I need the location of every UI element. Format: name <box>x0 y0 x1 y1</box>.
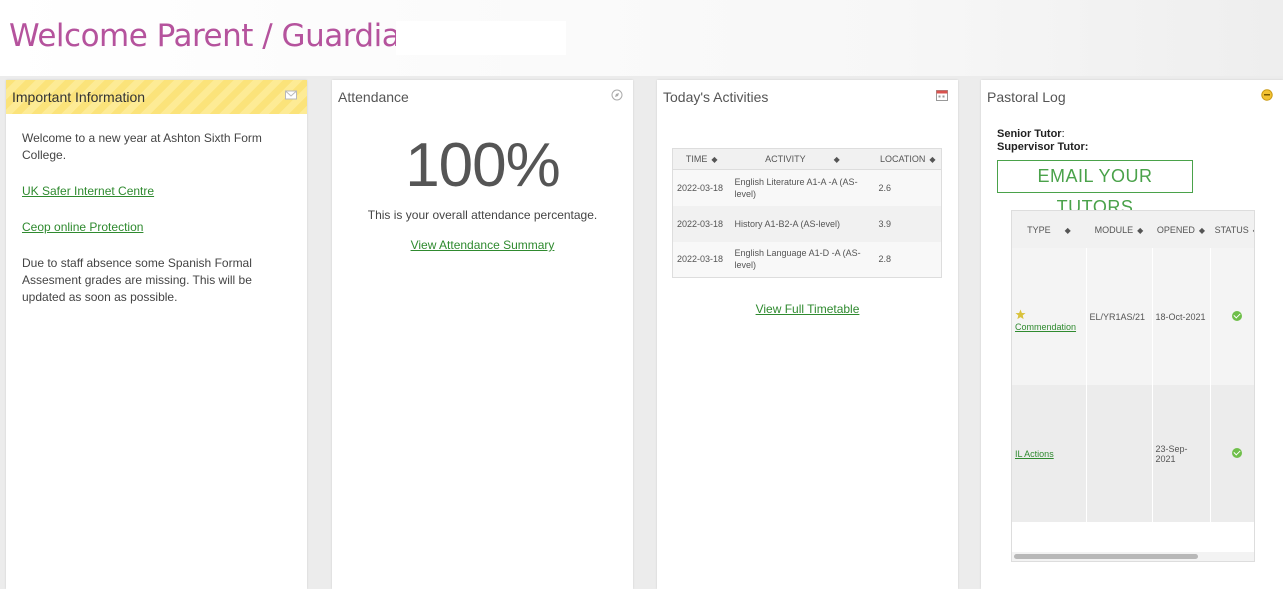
il-actions-link[interactable]: IL Actions <box>1015 449 1054 459</box>
panel-title: Today's Activities <box>663 89 769 105</box>
ceop-protection-link[interactable]: Ceop online Protection <box>22 220 143 234</box>
time-cell: 2022-03-18 <box>672 169 731 206</box>
uk-safer-internet-link[interactable]: UK Safer Internet Centre <box>22 184 154 198</box>
sort-icon: ◆ <box>1137 225 1144 235</box>
table-row: 2022-03-18 History A1-B2-A (AS-level) 3.… <box>672 205 942 242</box>
column-header-module[interactable]: MODULE ◆ <box>1086 211 1152 248</box>
status-cell <box>1210 385 1254 522</box>
column-header-location[interactable]: LOCATION ◆ <box>874 148 942 170</box>
pastoral-log-table: TYPE◆ MODULE◆ OPENED◆ STATUS◆ Commendati… <box>1012 211 1254 522</box>
panel-header: Pastoral Log <box>981 80 1283 114</box>
check-circle-icon <box>1231 447 1242 458</box>
sort-icon: ◆ <box>929 155 936 164</box>
attendance-description: This is your overall attendance percenta… <box>367 208 598 222</box>
pastoral-log-table-container: TYPE◆ MODULE◆ OPENED◆ STATUS◆ Commendati… <box>1011 210 1255 562</box>
table-row: 2022-03-18 English Literature A1-A -A (A… <box>672 169 942 206</box>
compass-icon[interactable] <box>611 89 623 101</box>
scrollbar-thumb[interactable] <box>1014 554 1198 559</box>
opened-cell: 23-Sep-2021 <box>1152 385 1211 522</box>
sort-icon: ◆ <box>1198 225 1206 235</box>
activities-table: TIME ◆ ACTIVITY ◆ LOCATION ◆ 2022-03-18 Eng… <box>672 148 942 278</box>
attendance-percentage: 100% <box>405 131 561 200</box>
todays-activities-panel: Today's Activities TIME ◆ ACTIVITY ◆ LOCAT… <box>657 80 958 589</box>
star-award-icon <box>1015 309 1026 320</box>
horizontal-scrollbar[interactable] <box>1012 552 1254 561</box>
panel-header: Important Information <box>6 80 307 114</box>
activity-cell: English Literature A1-A -A (AS-level) <box>730 169 875 206</box>
table-row: 2022-03-18 English Language A1-D -A (AS-… <box>672 241 942 278</box>
sort-icon: ◆ <box>711 155 718 164</box>
supervisor-tutor-label: Supervisor Tutor: <box>997 141 1089 153</box>
table-row: Commendation EL/YR1AS/21 18-Oct-2021 <box>1012 248 1254 385</box>
panel-title: Important Information <box>12 89 146 105</box>
time-cell: 2022-03-18 <box>672 241 731 278</box>
sort-icon: ◆ <box>1064 225 1071 235</box>
view-attendance-summary-link[interactable]: View Attendance Summary <box>332 238 633 252</box>
location-cell: 2.6 <box>874 169 942 206</box>
email-tutors-button[interactable]: EMAIL YOUR TUTORS <box>997 160 1193 217</box>
module-cell: EL/YR1AS/21 <box>1086 248 1153 385</box>
time-cell: 2022-03-18 <box>672 205 731 242</box>
panel-header: Today's Activities <box>657 80 958 114</box>
module-cell <box>1086 385 1153 522</box>
page-title: Welcome Parent / Guardian Of <box>9 18 464 54</box>
calendar-icon[interactable] <box>936 89 948 101</box>
column-header-status[interactable]: STATUS◆ <box>1210 211 1254 248</box>
important-information-panel: Important Information Welcome to a new y… <box>6 80 307 589</box>
envelope-icon[interactable] <box>285 89 297 101</box>
activity-cell: History A1-B2-A (AS-level) <box>730 205 875 242</box>
column-header-activity[interactable]: ACTIVITY ◆ <box>730 148 875 170</box>
view-full-timetable-link[interactable]: View Full Timetable <box>657 302 958 316</box>
notice-message: Due to staff absence some Spanish Formal… <box>22 256 252 304</box>
commendation-link[interactable]: Commendation <box>1015 322 1076 332</box>
table-row: IL Actions 23-Sep-2021 <box>1012 385 1254 522</box>
status-cell <box>1210 248 1254 385</box>
opened-cell: 18-Oct-2021 <box>1152 248 1211 385</box>
location-cell: 3.9 <box>874 205 942 242</box>
panel-header: Attendance <box>332 80 633 114</box>
column-header-opened[interactable]: OPENED ◆ <box>1152 211 1210 248</box>
location-cell: 2.8 <box>874 241 942 278</box>
panel-title: Attendance <box>338 89 409 105</box>
sort-icon: ◆ <box>1253 226 1254 235</box>
attendance-panel: Attendance 100% This is your overall att… <box>332 80 633 589</box>
student-name-redacted <box>396 21 566 55</box>
activity-cell: English Language A1-D -A (AS-level) <box>730 241 875 278</box>
check-circle-icon <box>1231 310 1242 321</box>
pastoral-log-panel: Pastoral Log Senior Tutor: Supervisor Tu… <box>981 80 1283 589</box>
welcome-message: Welcome to a new year at Ashton Sixth Fo… <box>22 131 262 162</box>
column-header-time[interactable]: TIME ◆ <box>672 148 731 170</box>
smiley-icon[interactable] <box>1261 89 1273 101</box>
type-cell: Commendation <box>1012 248 1087 385</box>
type-cell: IL Actions <box>1012 385 1087 522</box>
column-header-type[interactable]: TYPE ◆ <box>1012 211 1086 248</box>
senior-tutor-label: Senior Tutor: <box>997 128 1065 140</box>
panel-title: Pastoral Log <box>987 89 1066 105</box>
sort-icon: ◆ <box>833 155 840 164</box>
